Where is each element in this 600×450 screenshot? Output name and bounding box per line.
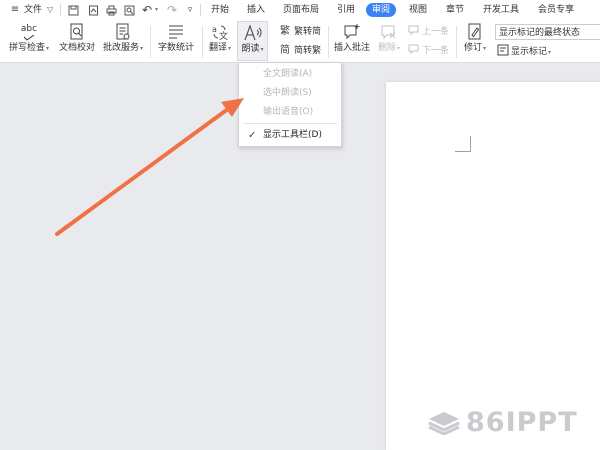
ribbon-divider — [202, 26, 203, 58]
file-dropdown-icon[interactable]: ▽ — [47, 0, 53, 20]
page-corner-marker — [455, 136, 471, 152]
menu-item-read-all-label: 全文朗读(A) — [263, 69, 313, 79]
divider — [60, 4, 61, 16]
batch-service-label: 批改服务 — [102, 43, 139, 53]
tab-page-layout[interactable]: 页面布局 — [283, 0, 319, 20]
watermark-text: 86IPPT — [466, 407, 578, 438]
word-count-button[interactable]: 字数统计 — [155, 23, 197, 54]
tab-insert[interactable]: 插入 — [247, 0, 265, 20]
checkmark-icon: ✓ — [248, 130, 257, 141]
spellcheck-label: 拼写检查 — [8, 43, 45, 53]
next-comment-button[interactable]: 下一条 — [408, 43, 449, 59]
menu-item-show-toolbar-label: 显示工具栏(D) — [263, 130, 322, 140]
next-comment-icon — [408, 44, 419, 55]
simplified-convert-label: 简转繁 — [294, 46, 322, 56]
menu-item-export-audio[interactable]: 输出语音(O) — [239, 103, 341, 122]
review-ribbon: abc 拼写检查▾ 文档校对 批改服务▾ 字数统计 a文 翻译▾ 朗读▾ 繁 繁… — [0, 20, 600, 63]
undo-icon[interactable]: ↶ — [140, 0, 154, 20]
menu-item-read-selection[interactable]: 选中朗读(S) — [239, 84, 341, 103]
spellcheck-button[interactable]: abc 拼写检查▾ — [6, 23, 52, 54]
previous-comment-icon — [408, 25, 419, 36]
tab-member[interactable]: 会员专享 — [538, 0, 574, 20]
read-aloud-label: 朗读 — [241, 44, 260, 54]
svg-text:简: 简 — [280, 43, 290, 55]
track-changes-dropdown-icon[interactable]: ▾ — [483, 45, 486, 52]
simplified-to-traditional-button[interactable]: 简简转繁 — [280, 43, 321, 59]
menu-item-read-all[interactable]: 全文朗读(A) — [239, 65, 341, 84]
customize-toolbar-icon[interactable]: ▿ — [183, 0, 197, 20]
export-pdf-icon[interactable] — [86, 0, 100, 20]
tab-references[interactable]: 引用 — [337, 0, 355, 20]
hamburger-menu-icon[interactable]: ≡ — [8, 0, 22, 20]
translate-icon: a文 — [205, 23, 235, 43]
divider — [200, 4, 201, 16]
tab-home[interactable]: 开始 — [211, 0, 229, 20]
redo-icon[interactable]: ↷ — [165, 0, 179, 20]
next-comment-label: 下一条 — [422, 46, 450, 56]
track-changes-icon — [459, 23, 491, 43]
word-count-icon — [155, 23, 197, 43]
traditional-convert-icon: 繁 — [280, 24, 290, 36]
menu-item-read-selection-label: 选中朗读(S) — [263, 88, 312, 98]
ribbon-divider — [328, 26, 329, 58]
insert-comment-button[interactable]: 插入批注 — [332, 23, 372, 54]
delete-comment-label: 删除 — [377, 43, 396, 53]
document-page[interactable] — [386, 82, 600, 450]
translate-dropdown-icon[interactable]: ▾ — [228, 45, 231, 52]
batch-service-icon — [100, 23, 146, 43]
read-aloud-dropdown-menu: 全文朗读(A) 选中朗读(S) 输出语音(O) ✓ 显示工具栏(D) — [238, 62, 342, 147]
batch-service-dropdown-icon[interactable]: ▾ — [140, 45, 143, 52]
translate-label: 翻译 — [208, 43, 227, 53]
save-icon[interactable] — [66, 0, 80, 20]
print-icon[interactable] — [104, 0, 118, 20]
previous-comment-button[interactable]: 上一条 — [408, 24, 449, 40]
traditional-convert-label: 繁转简 — [294, 27, 322, 37]
spellcheck-icon: abc — [6, 23, 52, 43]
show-markup-label: 显示标记 — [511, 47, 548, 57]
ribbon-divider — [150, 26, 151, 58]
traditional-to-simplified-button[interactable]: 繁繁转简 — [280, 24, 321, 40]
read-aloud-button[interactable]: 朗读▾ — [237, 21, 268, 61]
simplified-convert-icon: 简 — [280, 43, 290, 55]
show-markup-dropdown-icon[interactable]: ▾ — [548, 49, 551, 56]
word-count-label: 字数统计 — [157, 43, 194, 53]
track-changes-label: 修订 — [463, 43, 482, 53]
menu-item-show-toolbar[interactable]: ✓ 显示工具栏(D) — [239, 126, 341, 145]
tab-view[interactable]: 视图 — [409, 0, 427, 20]
tab-developer[interactable]: 开发工具 — [483, 0, 519, 20]
file-menu[interactable]: 文件 — [24, 0, 42, 20]
menu-divider — [243, 123, 337, 124]
show-markup-icon — [497, 44, 509, 56]
ribbon-divider — [456, 26, 457, 58]
watermark-logo-icon — [428, 412, 460, 435]
undo-dropdown-icon[interactable]: ▾ — [155, 0, 158, 20]
tab-chapter[interactable]: 章节 — [446, 0, 464, 20]
insert-comment-icon — [332, 23, 372, 43]
spellcheck-icon-text: abc — [20, 24, 38, 34]
previous-comment-label: 上一条 — [422, 27, 450, 37]
insert-comment-label: 插入批注 — [333, 43, 370, 53]
svg-text:a: a — [212, 25, 217, 34]
proofread-button[interactable]: 文档校对 — [56, 23, 98, 54]
delete-dropdown-icon[interactable]: ▾ — [397, 45, 400, 52]
spellcheck-dropdown-icon[interactable]: ▾ — [46, 45, 49, 52]
translate-button[interactable]: a文 翻译▾ — [205, 23, 235, 54]
markup-status-select[interactable]: 显示标记的最终状态 — [495, 24, 600, 40]
proofread-icon — [56, 23, 98, 43]
print-preview-icon[interactable] — [122, 0, 136, 20]
delete-comment-button[interactable]: 删除▾ — [374, 23, 404, 54]
menu-bar: ≡ 文件 ▽ ↶ ▾ ↷ ▿ 开始 插入 页面布局 引用 审阅 视图 章节 开发… — [0, 0, 600, 21]
proofread-label: 文档校对 — [58, 43, 95, 53]
tab-review[interactable]: 审阅 — [366, 3, 397, 17]
svg-text:繁: 繁 — [280, 24, 290, 36]
delete-comment-icon — [374, 23, 404, 43]
track-changes-button[interactable]: 修订▾ — [459, 23, 491, 54]
read-aloud-icon — [238, 24, 267, 44]
menu-item-export-audio-label: 输出语音(O) — [263, 107, 314, 117]
show-markup-button[interactable]: 显示标记▾ — [497, 44, 551, 60]
svg-text:文: 文 — [219, 30, 228, 41]
read-aloud-dropdown-icon[interactable]: ▾ — [261, 46, 264, 53]
batch-service-button[interactable]: 批改服务▾ — [100, 23, 146, 54]
